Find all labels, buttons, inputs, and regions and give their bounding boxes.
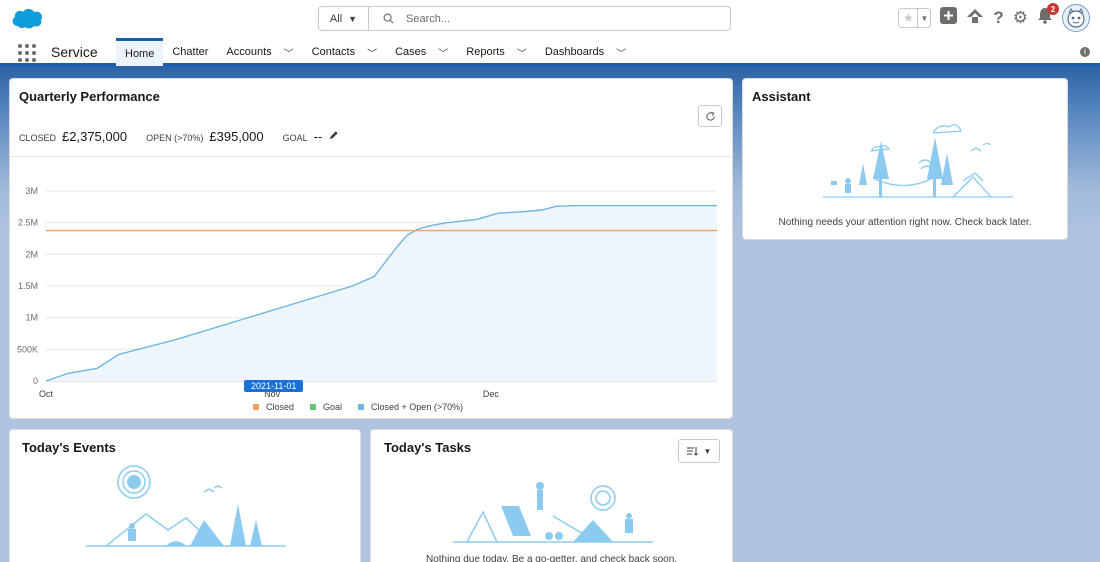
notification-count-badge: 2 (1047, 3, 1059, 15)
tab-label: Cases (395, 46, 427, 58)
task-filter-button[interactable]: ▼ (678, 439, 720, 463)
chevron-down-icon[interactable]: ﹀ (517, 45, 527, 60)
caret-down-icon: ▼ (348, 13, 358, 24)
global-header: All ▼ ★ ▼ ? ⚙ 2 (0, 0, 1100, 38)
refresh-icon (705, 110, 715, 121)
card-title: Today's Events (22, 440, 116, 455)
legend-swatch (310, 404, 317, 410)
app-launcher-icon[interactable] (18, 44, 36, 62)
legend-item-goal[interactable]: Goal (310, 402, 342, 412)
star-icon[interactable]: ★ (899, 9, 917, 27)
y-tick-label: 1M (25, 313, 38, 323)
caret-down-icon: ▼ (703, 446, 712, 456)
y-tick-label: 3M (25, 186, 38, 196)
performance-metrics: CLOSED £2,375,000 OPEN (>70%) £395,000 G… (19, 129, 339, 144)
nav-tabs: Home Chatter Accounts ﹀ Contacts ﹀ Cases ﹀ … (116, 38, 635, 66)
refresh-button[interactable] (698, 105, 722, 127)
date-marker-flag: 2021-11-01 (244, 380, 304, 392)
tab-cases[interactable]: Cases ﹀ (386, 38, 457, 66)
edit-goal-pencil-icon[interactable] (328, 130, 339, 141)
hammock-illustration (823, 124, 1013, 198)
tab-reports[interactable]: Reports ﹀ (457, 38, 536, 66)
closed-value: £2,375,000 (62, 129, 128, 144)
open-label: OPEN (>70%) (146, 133, 204, 143)
notifications-bell-icon[interactable]: 2 (1037, 3, 1059, 29)
global-search: All ▼ (318, 6, 731, 31)
y-tick-label: 2.5M (18, 218, 38, 228)
tab-home[interactable]: Home (116, 38, 164, 66)
tab-label: Reports (466, 46, 505, 58)
legend-label: Closed (266, 402, 295, 412)
chart-legend: Closed Goal Closed + Open (>70%) (253, 402, 463, 412)
closed-plus-open-area (46, 205, 717, 381)
todays-events-card: Today's Events (9, 429, 361, 562)
legend-label: Goal (323, 402, 343, 412)
y-tick-label: 500K (17, 344, 38, 354)
assistant-card: Assistant Nothing needs your attention r… (742, 78, 1068, 240)
legend-swatch (253, 404, 259, 410)
chevron-down-icon[interactable]: ﹀ (438, 45, 448, 60)
info-icon[interactable]: i (1080, 47, 1090, 57)
tab-label: Accounts (226, 46, 272, 58)
sort-list-icon (686, 447, 698, 456)
search-scope-label: All (329, 12, 343, 25)
x-tick-label: Dec (483, 389, 500, 399)
favorites-toggle[interactable]: ★ ▼ (898, 8, 932, 28)
y-tick-label: 1.5M (18, 281, 38, 291)
search-input[interactable] (406, 12, 706, 25)
legend-item-closed[interactable]: Closed (253, 402, 294, 412)
chevron-down-icon[interactable]: ﹀ (284, 45, 294, 60)
search-scope-dropdown[interactable]: All ▼ (319, 7, 369, 30)
tab-label: Chatter (172, 46, 209, 58)
favorites-menu-icon[interactable]: ▼ (917, 9, 930, 27)
todays-tasks-card: Today's Tasks ▼ Nothing due today. Be a … (370, 429, 733, 562)
goal-value: -- (313, 129, 323, 144)
global-actions-icon[interactable] (940, 7, 958, 29)
help-icon[interactable]: ? (993, 8, 1003, 28)
tab-label: Contacts (311, 46, 356, 58)
tab-contacts[interactable]: Contacts ﹀ (303, 38, 386, 66)
assistant-empty-message: Nothing needs your attention right now. … (778, 217, 1032, 228)
salesforce-logo-icon[interactable] (10, 6, 44, 35)
camping-illustration (86, 465, 286, 547)
card-title: Quarterly Performance (19, 89, 160, 104)
open-value: £395,000 (209, 129, 264, 144)
closed-label: CLOSED (19, 133, 57, 143)
card-title: Today's Tasks (384, 440, 472, 455)
navigation-bar: Service Home Chatter Accounts ﹀ Contacts ﹀… (0, 38, 1100, 66)
app-name: Service (51, 44, 98, 60)
legend-label: Closed + Open (>70%) (371, 402, 464, 412)
card-title: Assistant (752, 89, 811, 104)
tab-label: Home (125, 47, 155, 60)
legend-swatch (358, 404, 365, 410)
y-tick-label: 0 (33, 376, 38, 386)
quarterly-performance-chart: 0500K1M1.5M2M2.5M3MOct Nov Dec (17, 186, 717, 399)
tab-label: Dashboards (544, 46, 605, 58)
goal-label: GOAL (282, 133, 308, 143)
user-avatar[interactable] (1062, 4, 1090, 32)
tab-chatter[interactable]: Chatter (163, 38, 217, 66)
tasks-empty-message: Nothing due today. Be a go-getter, and c… (425, 554, 678, 562)
setup-gear-icon[interactable]: ⚙ (1013, 8, 1028, 28)
header-actions: ★ ▼ ? ⚙ 2 (898, 3, 1090, 32)
quarterly-performance-card: Quarterly Performance CLOSED £2,375,000 … (9, 78, 733, 419)
tab-dashboards[interactable]: Dashboards ﹀ (536, 38, 635, 66)
tab-accounts[interactable]: Accounts ﹀ (217, 38, 302, 66)
search-icon (383, 13, 394, 24)
picnic-illustration (453, 482, 653, 543)
chevron-down-icon[interactable]: ﹀ (616, 45, 626, 60)
y-tick-label: 2M (25, 249, 38, 259)
legend-item-closed-plus-open[interactable]: Closed + Open (>70%) (358, 402, 463, 412)
chevron-down-icon[interactable]: ﹀ (367, 45, 377, 60)
x-tick-label: Oct (39, 389, 54, 399)
trailhead-icon[interactable] (966, 8, 984, 29)
